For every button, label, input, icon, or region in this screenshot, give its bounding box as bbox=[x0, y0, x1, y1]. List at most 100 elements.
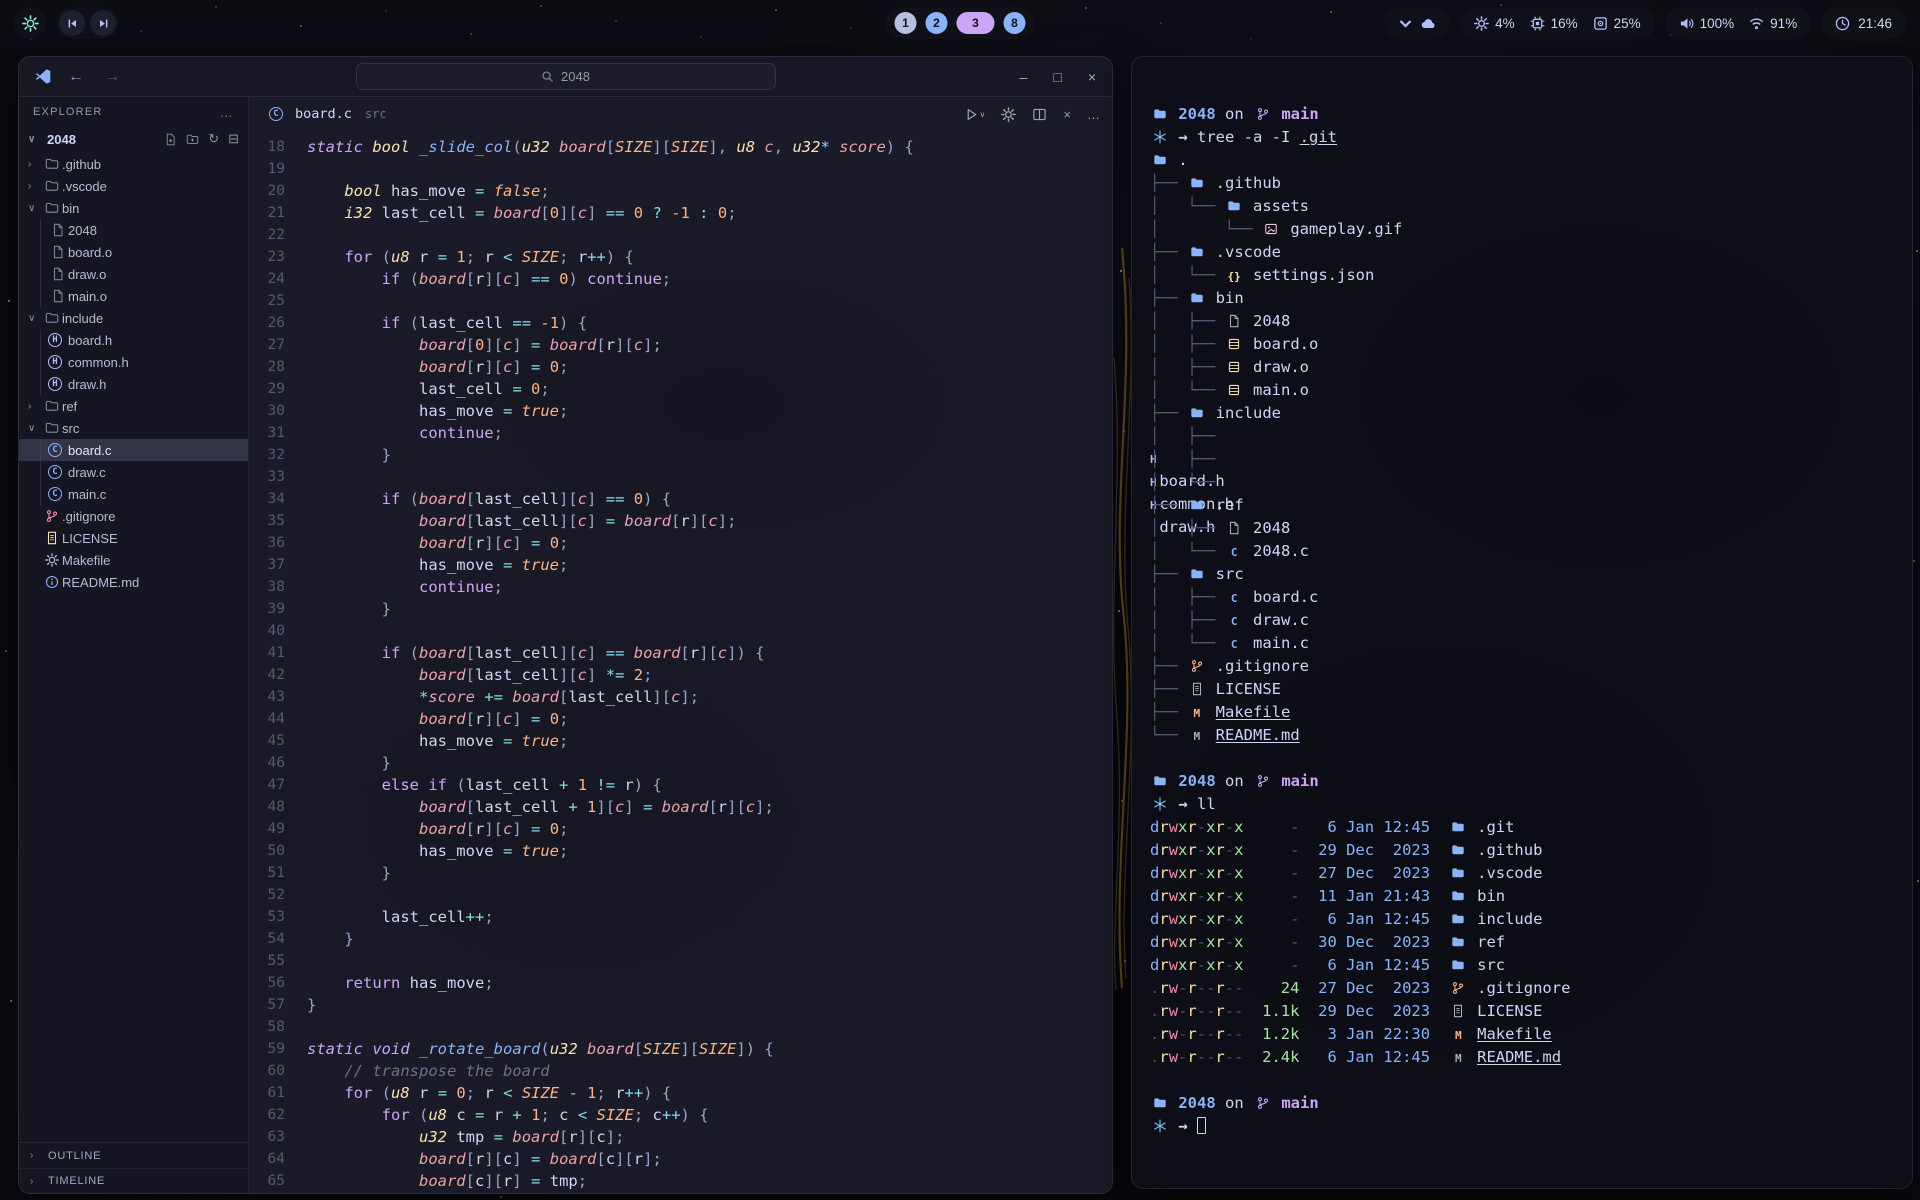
settings-button[interactable] bbox=[1001, 107, 1016, 122]
system-stats-pill[interactable]: 4%16%25% bbox=[1460, 7, 1655, 39]
system-menu-button[interactable] bbox=[14, 7, 46, 39]
line-number: 24 bbox=[249, 268, 307, 290]
cloud-weather-icon bbox=[1421, 16, 1436, 31]
explorer-item-draw.h[interactable]: Hdraw.h bbox=[19, 373, 248, 395]
outline-panel[interactable]: › OUTLINE bbox=[19, 1143, 248, 1168]
line-number: 51 bbox=[249, 862, 307, 884]
speaker-value: 100% bbox=[1700, 16, 1735, 31]
code-line-33: 33 bbox=[249, 466, 1112, 488]
line-number: 38 bbox=[249, 576, 307, 598]
explorer-item-board.h[interactable]: Hboard.h bbox=[19, 329, 248, 351]
maximize-button[interactable]: □ bbox=[1053, 69, 1061, 85]
close-button[interactable]: × bbox=[1088, 69, 1096, 85]
explorer-item-label: draw.c bbox=[68, 465, 106, 480]
tab-board-c[interactable]: C board.c src bbox=[261, 97, 395, 131]
audio-net-pill[interactable]: 100% 91% bbox=[1665, 7, 1812, 39]
chevron-right-icon: › bbox=[28, 401, 42, 412]
explorer-more-icon[interactable]: … bbox=[220, 105, 234, 120]
chip-value: 16% bbox=[1551, 16, 1578, 31]
weather-pill[interactable] bbox=[1384, 7, 1450, 39]
code-line-32: 32 } bbox=[249, 444, 1112, 466]
more-actions-button[interactable]: … bbox=[1087, 107, 1100, 122]
explorer-item-main.o[interactable]: main.o bbox=[19, 285, 248, 307]
disk-icon bbox=[1593, 16, 1608, 31]
terminal-window[interactable]: 2048 on main → tree -a -I .git .├── .git… bbox=[1131, 56, 1913, 1189]
workspaces: 1238 bbox=[886, 7, 1035, 39]
explorer-item-main.c[interactable]: Cmain.c bbox=[19, 483, 248, 505]
explorer-item-LICENSE[interactable]: LICENSE bbox=[19, 527, 248, 549]
explorer-item-label: main.c bbox=[68, 487, 106, 502]
nav-back-button[interactable]: ← bbox=[68, 68, 84, 86]
workspace-3[interactable]: 3 bbox=[957, 12, 995, 34]
titlebar-search[interactable]: 2048 bbox=[356, 63, 776, 90]
explorer-item-label: draw.o bbox=[68, 267, 106, 282]
explorer-item-draw.c[interactable]: Cdraw.c bbox=[19, 461, 248, 483]
minimize-button[interactable]: – bbox=[1020, 69, 1028, 85]
new-folder-button[interactable] bbox=[186, 133, 199, 146]
folder-icon bbox=[1150, 103, 1169, 126]
folderO-icon bbox=[42, 311, 61, 326]
explorer-item-label: Makefile bbox=[62, 553, 110, 568]
explorer-item-README.md[interactable]: README.md bbox=[19, 571, 248, 593]
code-line-42: 42 board[last_cell][c] *= 2; bbox=[249, 664, 1112, 686]
code-line-54: 54 } bbox=[249, 928, 1112, 950]
terminal-line: │ ├── H common.h bbox=[1150, 448, 1894, 471]
clock-pill[interactable]: 21:46 bbox=[1821, 7, 1906, 39]
line-number: 50 bbox=[249, 840, 307, 862]
explorer-item-.gitignore[interactable]: .gitignore bbox=[19, 505, 248, 527]
folderO-icon bbox=[42, 399, 61, 414]
terminal-line: drwxr-xr-x - 6 Jan 12:45 .git bbox=[1150, 816, 1894, 839]
media-next-button[interactable] bbox=[90, 10, 116, 36]
explorer-item-draw.o[interactable]: draw.o bbox=[19, 263, 248, 285]
line-number: 53 bbox=[249, 906, 307, 928]
wifi-stat: 91% bbox=[1749, 16, 1797, 31]
line-number: 34 bbox=[249, 488, 307, 510]
workspace-2[interactable]: 2 bbox=[926, 12, 948, 34]
split-editor-button[interactable] bbox=[1032, 107, 1047, 122]
folder-icon bbox=[1225, 195, 1244, 218]
explorer-item-.github[interactable]: ›.github bbox=[19, 153, 248, 175]
workspace-8[interactable]: 8 bbox=[1004, 12, 1026, 34]
terminal-line: → bbox=[1150, 1115, 1894, 1138]
terminal-line: ├── LICENSE bbox=[1150, 678, 1894, 701]
gear-logo-icon bbox=[22, 15, 39, 32]
terminal-line: ├── M Makefile bbox=[1150, 701, 1894, 724]
line-number: 35 bbox=[249, 510, 307, 532]
explorer-item-common.h[interactable]: Hcommon.h bbox=[19, 351, 248, 373]
terminal-line bbox=[1150, 1069, 1894, 1092]
explorer-item-ref[interactable]: ›ref bbox=[19, 395, 248, 417]
line-number: 23 bbox=[249, 246, 307, 268]
explorer-item-board.o[interactable]: board.o bbox=[19, 241, 248, 263]
explorer-item-src[interactable]: ∨src bbox=[19, 417, 248, 439]
line-number: 21 bbox=[249, 202, 307, 224]
nav-forward-button[interactable]: → bbox=[104, 68, 120, 86]
timeline-panel-label: TIMELINE bbox=[48, 1175, 105, 1187]
folderO-icon bbox=[42, 157, 61, 172]
run-button[interactable]: ∨ bbox=[964, 107, 986, 122]
new-file-button[interactable] bbox=[164, 133, 177, 146]
folderO-icon bbox=[42, 179, 61, 194]
skip-previous-icon bbox=[67, 18, 78, 29]
project-root-item[interactable]: ∨ 2048 ↻ ⊟ bbox=[19, 127, 248, 151]
terminal-line: .rw-r--r-- 2.4k 6 Jan 12:45 M README.md bbox=[1150, 1046, 1894, 1069]
explorer-item-board.c[interactable]: Cboard.c bbox=[19, 439, 248, 461]
timeline-panel[interactable]: › TIMELINE bbox=[19, 1168, 248, 1193]
editor-titlebar: ← → 2048 – □ × bbox=[19, 57, 1112, 97]
refresh-button[interactable]: ↻ bbox=[208, 131, 219, 147]
explorer-item-Makefile[interactable]: Makefile bbox=[19, 549, 248, 571]
close-editor-button[interactable]: × bbox=[1063, 107, 1071, 122]
code-line-19: 19 bbox=[249, 158, 1112, 180]
explorer-item-.vscode[interactable]: ›.vscode bbox=[19, 175, 248, 197]
make-icon: M bbox=[1187, 702, 1206, 725]
line-number: 37 bbox=[249, 554, 307, 576]
line-number: 18 bbox=[249, 136, 307, 158]
hcirc-icon: H bbox=[48, 355, 62, 369]
explorer-item-bin[interactable]: ∨bin bbox=[19, 197, 248, 219]
media-previous-button[interactable] bbox=[59, 10, 85, 36]
workspace-1[interactable]: 1 bbox=[895, 12, 917, 34]
code-editor[interactable]: 18static bool _slide_col(u32 board[SIZE]… bbox=[249, 131, 1112, 1193]
collapse-all-button[interactable]: ⊟ bbox=[228, 131, 239, 147]
explorer-item-include[interactable]: ∨include bbox=[19, 307, 248, 329]
bin-icon bbox=[1225, 333, 1244, 356]
explorer-item-2048[interactable]: 2048 bbox=[19, 219, 248, 241]
